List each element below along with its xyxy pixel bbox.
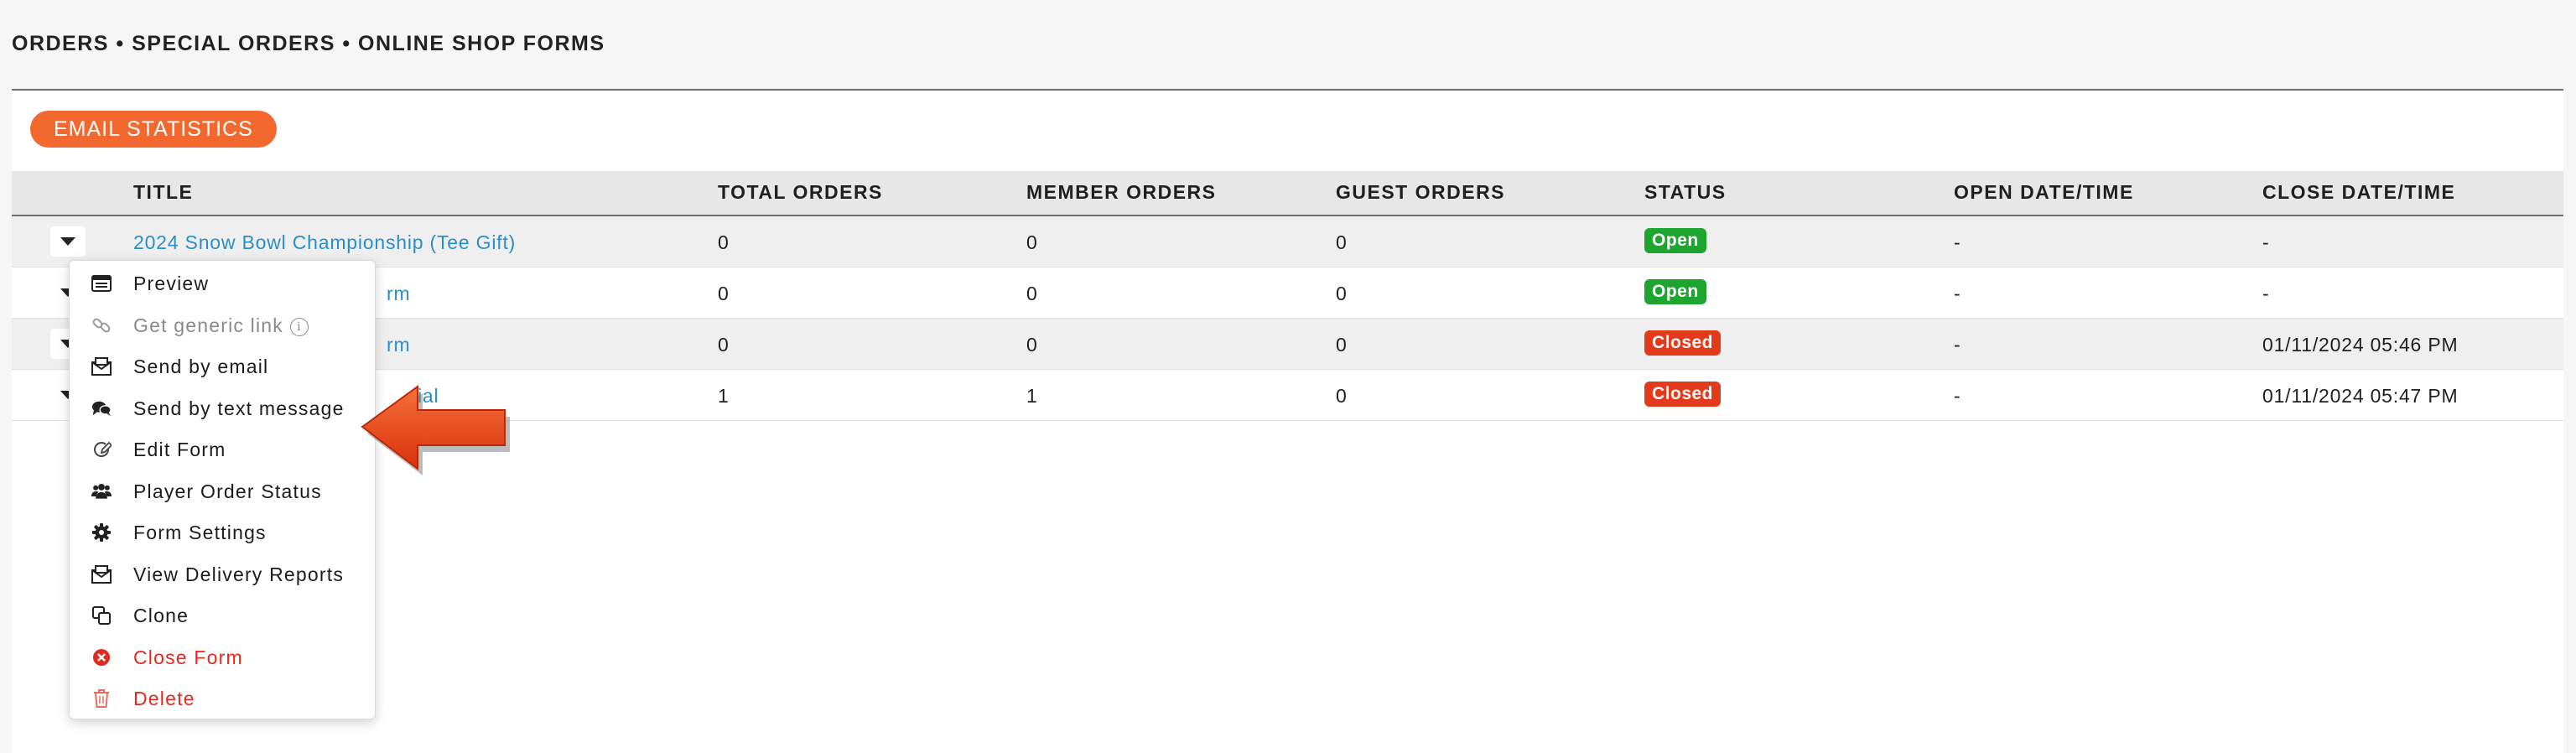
total-orders-cell: 1: [718, 385, 730, 407]
menu-item-view-delivery-reports[interactable]: View Delivery Reports: [70, 556, 375, 593]
menu-item-clone[interactable]: Clone: [70, 597, 375, 634]
form-title-link[interactable]: rm: [387, 334, 410, 356]
status-badge: Closed: [1644, 382, 1722, 407]
menu-item-preview[interactable]: Preview: [70, 265, 375, 302]
total-orders-cell: 0: [718, 334, 730, 356]
email-statistics-button[interactable]: EMAIL STATISTICS: [30, 111, 277, 148]
link-icon: [91, 315, 112, 335]
form-title-link[interactable]: rm: [387, 283, 410, 305]
status-badge: Open: [1644, 228, 1706, 253]
column-header-close-datetime[interactable]: CLOSE DATE/TIME: [2262, 181, 2455, 204]
menu-item-label-text: Get generic link: [133, 314, 283, 336]
info-icon[interactable]: i: [290, 318, 309, 336]
member-orders-cell: 1: [1026, 385, 1038, 407]
envelope-icon: [91, 356, 112, 376]
guest-orders-cell: 0: [1336, 231, 1348, 253]
trash-icon: [91, 688, 112, 709]
caret-down-icon: [60, 237, 75, 246]
guest-orders-cell: 0: [1336, 334, 1348, 356]
menu-item-label: Edit Form: [133, 439, 226, 460]
menu-item-get-generic-link[interactable]: Get generic link i: [70, 307, 375, 344]
row-actions-menu: Preview Get generic link i Send by email …: [69, 260, 376, 719]
open-datetime-cell: -: [1954, 334, 1961, 356]
close-datetime-cell: -: [2262, 283, 2270, 304]
breadcrumb: ORDERS • SPECIAL ORDERS • ONLINE SHOP FO…: [12, 32, 605, 55]
menu-item-label: Send by email: [133, 356, 269, 377]
preview-icon: [91, 273, 112, 293]
member-orders-cell: 0: [1026, 334, 1038, 356]
column-header-status[interactable]: STATUS: [1644, 181, 1727, 204]
status-badge: Closed: [1644, 330, 1722, 356]
table-row: rm 0 0 0 Closed - 01/11/2024 05:46 PM: [12, 319, 2563, 370]
close-datetime-cell: 01/11/2024 05:47 PM: [2262, 385, 2459, 407]
form-title-link[interactable]: 2024 Snow Bowl Championship (Tee Gift): [133, 231, 516, 254]
column-header-guest-orders[interactable]: GUEST ORDERS: [1336, 181, 1505, 204]
column-header-total-orders[interactable]: TOTAL ORDERS: [718, 181, 883, 204]
envelope-report-icon: [91, 564, 112, 584]
member-orders-cell: 0: [1026, 231, 1038, 253]
annotation-arrow-icon: [361, 385, 510, 475]
open-datetime-cell: -: [1954, 385, 1961, 407]
menu-item-label: Clone: [133, 605, 190, 626]
menu-item-edit-form[interactable]: Edit Form: [70, 431, 375, 468]
guest-orders-cell: 0: [1336, 385, 1348, 407]
table-header: TITLE TOTAL ORDERS MEMBER ORDERS GUEST O…: [12, 171, 2563, 216]
open-datetime-cell: -: [1954, 231, 1961, 253]
clone-icon: [91, 605, 112, 626]
menu-item-label: Send by text message: [133, 397, 345, 419]
chat-bubbles-icon: [91, 398, 112, 418]
column-header-open-datetime[interactable]: OPEN DATE/TIME: [1954, 181, 2134, 204]
close-datetime-cell: -: [2262, 231, 2270, 253]
total-orders-cell: 0: [718, 283, 730, 304]
menu-item-label: Delete: [133, 688, 195, 709]
menu-item-form-settings[interactable]: Form Settings: [70, 514, 375, 551]
table-row: rm 0 0 0 Open - -: [12, 267, 2563, 319]
status-badge: Open: [1644, 279, 1706, 304]
member-orders-cell: 0: [1026, 283, 1038, 304]
close-circle-icon: [91, 647, 112, 667]
menu-item-send-by-email[interactable]: Send by email: [70, 348, 375, 385]
menu-item-send-by-text-message[interactable]: Send by text message: [70, 390, 375, 427]
row-actions-toggle[interactable]: [50, 226, 86, 257]
menu-item-label: Get generic link i: [133, 314, 309, 337]
column-header-member-orders[interactable]: MEMBER ORDERS: [1026, 181, 1217, 204]
users-icon: [91, 481, 112, 501]
menu-item-label: Preview: [133, 273, 210, 294]
edit-icon: [91, 439, 112, 460]
menu-item-player-order-status[interactable]: Player Order Status: [70, 473, 375, 510]
menu-item-label: View Delivery Reports: [133, 563, 345, 585]
open-datetime-cell: -: [1954, 283, 1961, 304]
total-orders-cell: 0: [718, 231, 730, 253]
menu-item-label: Close Form: [133, 647, 243, 668]
close-datetime-cell: 01/11/2024 05:46 PM: [2262, 334, 2459, 356]
gear-icon: [91, 522, 112, 543]
menu-item-label: Form Settings: [133, 522, 267, 543]
menu-item-close-form[interactable]: Close Form: [70, 639, 375, 676]
guest-orders-cell: 0: [1336, 283, 1348, 304]
menu-item-delete[interactable]: Delete: [70, 680, 375, 717]
menu-item-label: Player Order Status: [133, 480, 322, 502]
table-row: 2024 Snow Bowl Championship (Tee Gift) 0…: [12, 216, 2563, 267]
column-header-title[interactable]: TITLE: [133, 181, 193, 204]
